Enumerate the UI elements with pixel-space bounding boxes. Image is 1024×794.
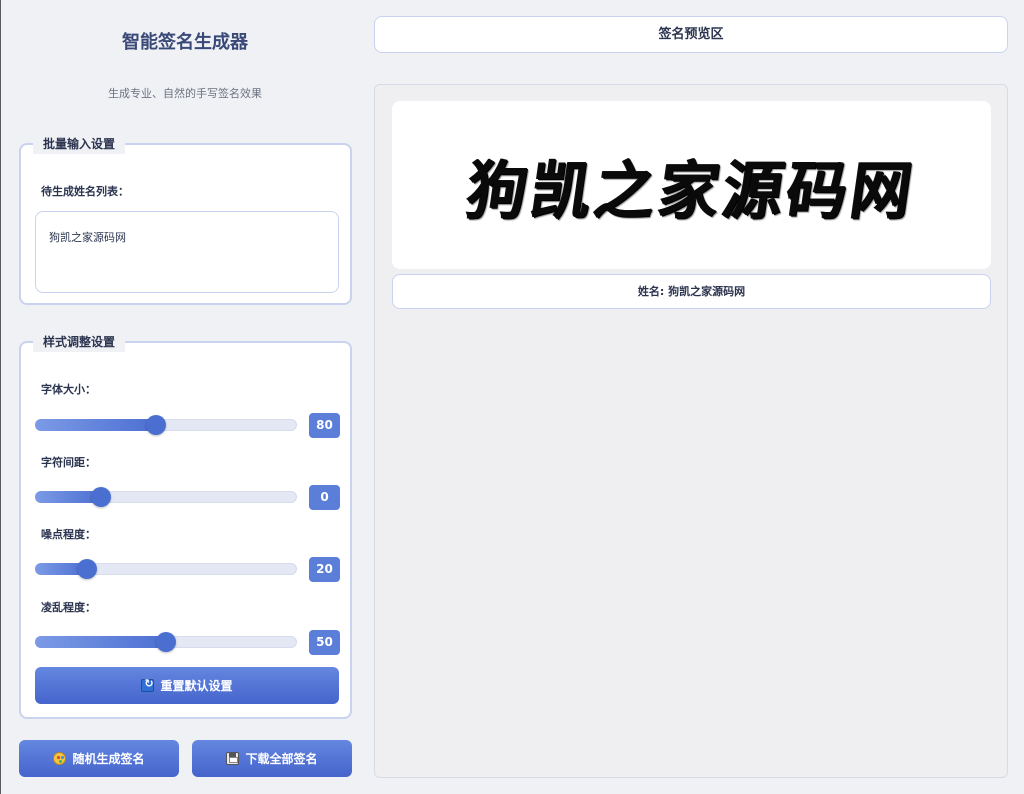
noise-level-value: 20 <box>309 557 340 582</box>
letter-spacing-slider[interactable] <box>35 487 297 507</box>
signature-name-caption: 姓名: 狗凯之家源码网 <box>392 274 991 309</box>
letter-spacing-value: 0 <box>309 485 340 510</box>
font-size-slider[interactable] <box>35 415 297 435</box>
messiness-slider[interactable] <box>35 632 297 652</box>
font-size-label: 字体大小： <box>41 383 96 396</box>
letter-spacing-label: 字符间距： <box>41 456 96 469</box>
signature-card: 狗凯之家源码网 姓名: 狗凯之家源码网 <box>392 101 991 309</box>
messiness-value: 50 <box>309 630 340 655</box>
messiness-slider-thumb[interactable] <box>156 632 176 652</box>
style-settings-panel: 样式调整设置 字体大小： 80 字符间距： 0 噪点程度： 20 凌乱程度： 5… <box>19 332 352 719</box>
style-settings-legend: 样式调整设置 <box>33 332 126 352</box>
font-size-slider-fill <box>35 419 156 431</box>
random-generate-button[interactable]: 随机生成签名 <box>19 740 179 777</box>
names-list-input[interactable] <box>35 211 339 293</box>
refresh-icon <box>141 677 155 692</box>
messiness-label: 凌乱程度： <box>41 601 96 614</box>
font-size-slider-thumb[interactable] <box>145 415 166 435</box>
app-title: 智能签名生成器 <box>122 32 248 53</box>
preview-header: 签名预览区 <box>374 16 1008 53</box>
download-all-button[interactable]: 下载全部签名 <box>192 740 352 777</box>
batch-input-panel: 批量输入设置 待生成姓名列表： <box>19 134 352 305</box>
noise-level-label: 噪点程度： <box>41 528 96 541</box>
reset-defaults-label: 重置默认设置 <box>160 679 233 693</box>
letter-spacing-slider-thumb[interactable] <box>90 487 111 507</box>
reset-defaults-button[interactable]: 重置默认设置 <box>35 667 339 704</box>
app-subtitle: 生成专业、自然的手写签名效果 <box>108 87 262 100</box>
names-list-label: 待生成姓名列表： <box>41 185 129 198</box>
signature-canvas: 狗凯之家源码网 <box>392 101 991 269</box>
random-generate-label: 随机生成签名 <box>72 752 145 766</box>
messiness-slider-fill <box>35 636 166 648</box>
preview-area: 狗凯之家源码网 姓名: 狗凯之家源码网 <box>374 84 1008 778</box>
font-size-value: 80 <box>309 413 340 438</box>
download-all-label: 下载全部签名 <box>245 752 318 766</box>
palette-icon <box>53 752 67 765</box>
noise-level-slider-thumb[interactable] <box>77 559 98 579</box>
batch-input-legend: 批量输入设置 <box>33 134 126 154</box>
noise-level-slider[interactable] <box>35 559 297 579</box>
signature-image-text: 狗凯之家源码网 <box>461 154 920 228</box>
save-icon <box>226 752 240 765</box>
